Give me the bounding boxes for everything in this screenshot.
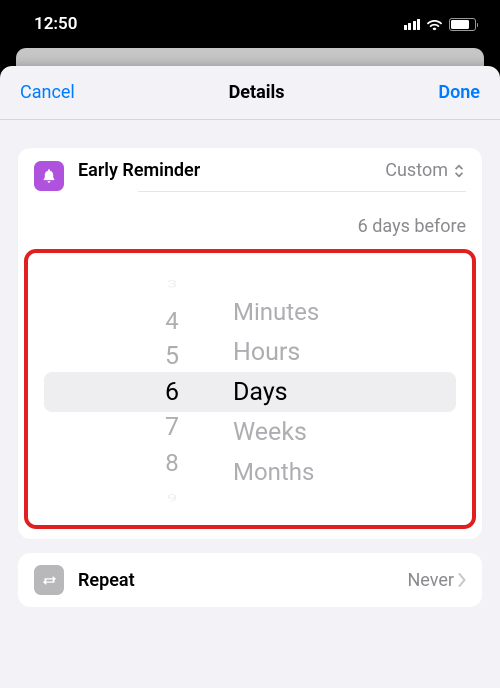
chevron-up-down-icon (452, 163, 466, 179)
battery-icon (449, 18, 476, 31)
cellular-icon (404, 18, 421, 30)
picker-number-option[interactable]: 5 (165, 338, 179, 374)
row-separator (138, 191, 466, 192)
early-reminder-label: Early Reminder (78, 160, 200, 181)
picker-unit-option[interactable]: Months (233, 452, 314, 492)
done-button[interactable]: Done (438, 82, 480, 103)
repeat-value: Never (407, 570, 454, 591)
highlight-annotation: 3 4 5 6 7 8 9 Minutes Hours Days Weeks M… (24, 249, 476, 529)
repeat-label: Repeat (78, 570, 393, 591)
picker-unit-option[interactable]: Hours (233, 332, 300, 372)
picker-number-wheel[interactable]: 3 4 5 6 7 8 9 (147, 267, 197, 517)
wifi-icon (426, 18, 443, 31)
picker-unit-wheel[interactable]: Minutes Hours Days Weeks Months (233, 267, 353, 517)
picker-number-option[interactable]: 9 (167, 491, 178, 507)
picker-unit-option[interactable]: Minutes (233, 292, 319, 332)
picker-number-option[interactable]: 3 (167, 277, 178, 293)
picker-number-option[interactable]: 7 (165, 410, 179, 446)
picker-unit-option[interactable]: Weeks (233, 412, 307, 452)
status-bar: 12:50 (0, 0, 500, 48)
sheet-stack-hint (0, 48, 500, 56)
repeat-icon (34, 565, 64, 595)
nav-bar: Cancel Details Done (0, 66, 500, 120)
picker-number-option[interactable]: 8 (165, 446, 179, 482)
picker-number-selected[interactable]: 6 (165, 374, 179, 410)
early-reminder-summary: 6 days before (18, 204, 482, 249)
content-area: Early Reminder Custom 6 days before (0, 120, 500, 607)
picker-number-option[interactable]: 4 (165, 303, 179, 339)
repeat-row[interactable]: Repeat Never (18, 553, 482, 607)
status-icons (404, 18, 477, 31)
early-reminder-card: Early Reminder Custom 6 days before (18, 148, 482, 539)
chevron-right-icon (458, 573, 466, 587)
repeat-value-area: Never (407, 570, 466, 591)
cancel-button[interactable]: Cancel (20, 82, 75, 103)
picker-unit-selected[interactable]: Days (233, 372, 288, 412)
details-sheet: Cancel Details Done Early Reminder Custo… (0, 66, 500, 688)
time-picker[interactable]: 3 4 5 6 7 8 9 Minutes Hours Days Weeks M… (36, 267, 464, 517)
status-time: 12:50 (34, 14, 77, 34)
early-reminder-row: Early Reminder Custom (18, 148, 482, 204)
early-reminder-mode-selector[interactable]: Custom (385, 160, 466, 181)
early-reminder-mode-value: Custom (385, 160, 448, 181)
page-title: Details (229, 82, 285, 103)
bell-icon (34, 161, 64, 191)
